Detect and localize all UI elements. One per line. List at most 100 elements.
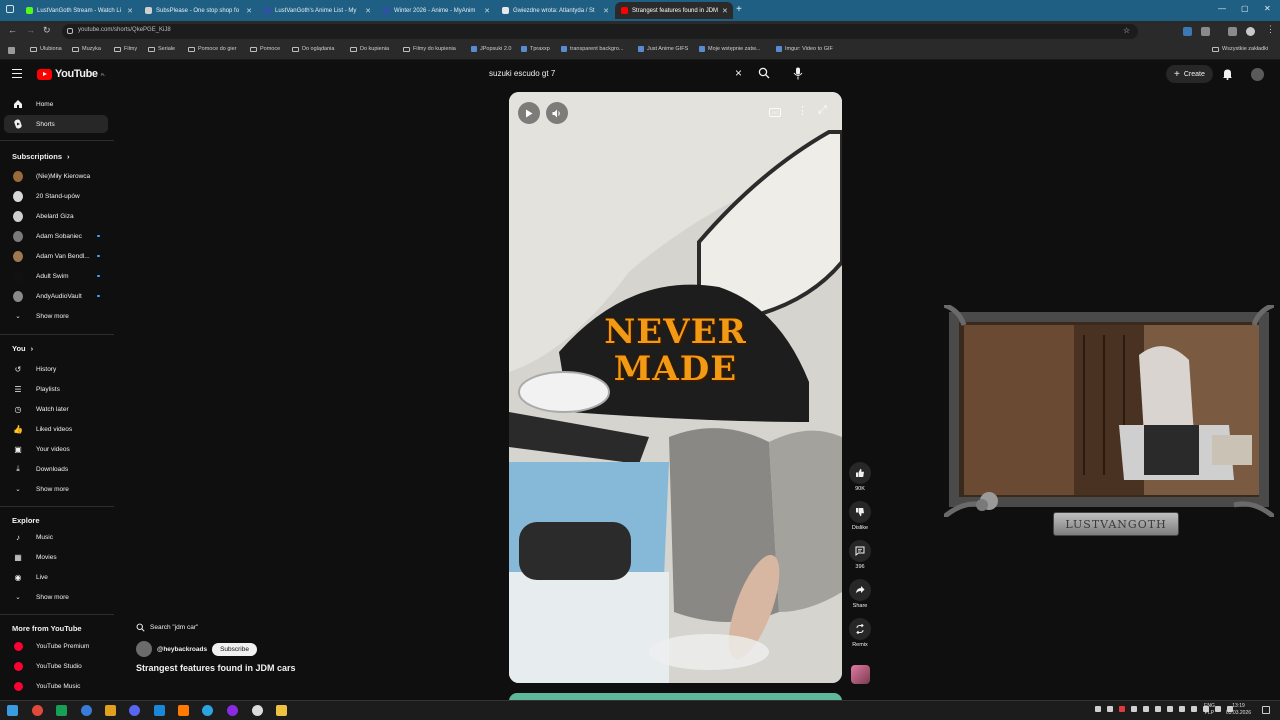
search-icon[interactable] (758, 67, 770, 79)
bookmark-item[interactable]: Pomoce (250, 46, 280, 52)
reload-icon[interactable]: ↻ (43, 25, 51, 36)
comments-button[interactable]: 396 (847, 540, 873, 570)
bookmark-item[interactable]: Filmy do kupienia (403, 46, 456, 52)
youtube-logo[interactable]: YouTube PL (37, 68, 106, 80)
fullscreen-icon[interactable]: ⤢ (818, 104, 827, 117)
maximize-icon[interactable]: ▢ (1241, 4, 1249, 13)
clear-search-icon[interactable]: × (735, 66, 742, 80)
omnibox[interactable]: youtube.com/shorts/QkePGE_KiJ8 ☆ (62, 24, 1138, 39)
app-taskbar-icon[interactable] (56, 705, 67, 716)
extensions-puzzle-icon[interactable] (1201, 27, 1210, 36)
new-tab-button[interactable]: + (736, 4, 742, 15)
sidebar-item-watch-later[interactable]: ◷ Watch later (4, 400, 108, 418)
url-text[interactable]: youtube.com/shorts/QkePGE_KiJ8 (78, 27, 171, 33)
sidebar-item-live[interactable]: ◉ Live (4, 568, 108, 586)
sidebar-subscription[interactable]: Adult Swim (4, 267, 108, 285)
close-tab-icon[interactable]: ✕ (246, 7, 252, 15)
vlc-taskbar-icon[interactable] (178, 705, 189, 716)
app-taskbar-icon[interactable] (154, 705, 165, 716)
notification-center-icon[interactable] (1262, 706, 1270, 714)
shorts-video-player[interactable]: NEVER MADE CC ⋮ ⤢ (509, 92, 842, 683)
show-more-subscriptions[interactable]: ⌄ Show more (4, 307, 108, 325)
close-tab-icon[interactable]: ✕ (722, 7, 728, 15)
tab-search-icon[interactable] (6, 5, 14, 13)
bookmark-item[interactable]: JPopsuki 2.0 (471, 46, 512, 52)
notifications-bell-icon[interactable] (1222, 68, 1233, 80)
sidebar-subscription[interactable]: AndyAudioVault (4, 287, 108, 305)
channel-avatar[interactable] (136, 641, 152, 657)
play-button[interactable] (518, 102, 540, 124)
site-info-icon[interactable] (67, 28, 73, 34)
bookmark-item[interactable]: Do oglądania (292, 46, 334, 52)
account-avatar[interactable] (1251, 68, 1264, 81)
extension-icon[interactable] (1183, 27, 1192, 36)
search-suggestion[interactable]: Search "jdm car" (136, 620, 198, 635)
close-tab-icon[interactable]: ✕ (365, 7, 371, 15)
browser-menu-icon[interactable]: ⋮ (1266, 24, 1275, 35)
bookmark-item[interactable]: Do kupienia (350, 46, 389, 52)
sidebar-subscription[interactable]: Adam Sobaniec (4, 227, 108, 245)
sidebar-item-youtube-app[interactable]: YouTube Studio (4, 657, 108, 675)
captions-icon[interactable]: CC (769, 108, 781, 117)
more-options-icon[interactable]: ⋮ (797, 104, 808, 117)
bookmark-star-icon[interactable]: ☆ (1123, 26, 1130, 35)
show-more-explore[interactable]: ⌄ Show more (4, 588, 108, 606)
browser-tab[interactable]: SubsPlease - One stop shop fo ✕ (139, 2, 258, 19)
minimize-icon[interactable]: — (1218, 4, 1226, 13)
video-title[interactable]: Strangest features found in JDM cars (136, 663, 296, 673)
sidebar-subscription[interactable]: Abelard Giza (4, 207, 108, 225)
obs-taskbar-icon[interactable] (252, 705, 263, 716)
sidepanel-icon[interactable] (1228, 27, 1237, 36)
bookmark-item[interactable]: Filmy (114, 46, 137, 52)
app-taskbar-icon[interactable] (105, 705, 116, 716)
close-tab-icon[interactable]: ✕ (603, 7, 609, 15)
volume-button[interactable] (546, 102, 568, 124)
sidebar-item-youtube-app[interactable]: YouTube Premium (4, 637, 108, 655)
sidebar-subscription[interactable]: 20 Stand-upów (4, 187, 108, 205)
file-explorer-taskbar-icon[interactable] (276, 705, 287, 716)
windows-start-icon[interactable] (7, 705, 18, 716)
remix-button[interactable]: Remix (847, 618, 873, 648)
microphone-icon[interactable] (793, 67, 803, 80)
show-more-you[interactable]: ⌄ Show more (4, 480, 108, 498)
app-taskbar-icon[interactable] (227, 705, 238, 716)
sidebar-item-liked-videos[interactable]: 👍 Liked videos (4, 420, 108, 438)
apps-grid-icon[interactable] (8, 47, 15, 54)
profile-icon[interactable] (1246, 27, 1255, 36)
bookmark-item[interactable]: Pomoce do gier (188, 46, 237, 52)
bookmark-item[interactable]: Imgur: Video to GIF (776, 46, 833, 52)
chrome-taskbar-icon[interactable] (32, 705, 43, 716)
like-button[interactable]: 90K (847, 462, 873, 492)
bookmark-item[interactable]: transparent backgro... (561, 46, 624, 52)
all-bookmarks[interactable]: Wszystkie zakładki (1212, 46, 1268, 52)
sidebar-item-movies[interactable]: ▦ Movies (4, 548, 108, 566)
menu-icon[interactable] (12, 69, 22, 78)
you-heading[interactable]: You › (12, 344, 33, 353)
input-language[interactable]: ENG PLP (1204, 703, 1215, 717)
sidebar-item-music[interactable]: ♪ Music (4, 528, 108, 546)
sidebar-subscription[interactable]: (Nie)Miły Kierowca (4, 167, 108, 185)
browser-tab[interactable]: LustVanGoth Stream - Watch Li ✕ (20, 2, 139, 19)
bookmark-item[interactable]: Ulubiona (30, 46, 62, 52)
sidebar-item-youtube-app[interactable]: YouTube Music (4, 677, 108, 695)
sidebar-item-your-videos[interactable]: ▣ Your videos (4, 440, 108, 458)
dislike-button[interactable]: Dislike (847, 501, 873, 531)
bookmark-item[interactable]: Moje wstępnie zatw... (699, 46, 760, 52)
browser-taskbar-icon[interactable] (81, 705, 92, 716)
browser-tab[interactable]: LustVanGoth's Anime List - My ✕ (258, 2, 377, 19)
subscribe-button[interactable]: Subscribe (212, 642, 257, 656)
sidebar-item-shorts[interactable]: Shorts (4, 115, 108, 133)
bookmark-item[interactable]: Tpraxxp (521, 46, 550, 52)
sound-thumbnail[interactable] (851, 665, 870, 684)
telegram-taskbar-icon[interactable] (202, 705, 213, 716)
close-tab-icon[interactable]: ✕ (484, 7, 490, 15)
sidebar-item-playlists[interactable]: ☰ Playlists (4, 380, 108, 398)
share-button[interactable]: Share (847, 579, 873, 609)
sidebar-item-history[interactable]: ↺ History (4, 360, 108, 378)
subscriptions-heading[interactable]: Subscriptions › (12, 152, 70, 161)
forward-icon[interactable]: → (26, 25, 35, 35)
bookmark-item[interactable]: Just Anime GIFS (638, 46, 688, 52)
sidebar-subscription[interactable]: Adam Van Bendl... (4, 247, 108, 265)
sidebar-item-downloads[interactable]: ⤓ Downloads (4, 460, 108, 478)
close-tab-icon[interactable]: ✕ (127, 7, 133, 15)
